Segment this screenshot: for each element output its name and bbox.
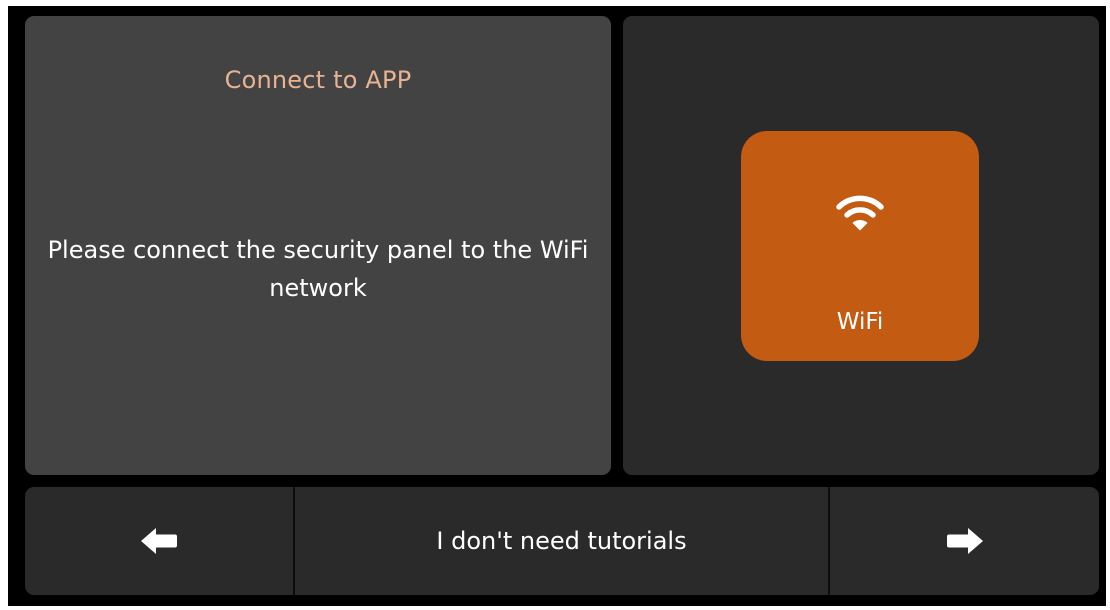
arrow-right-icon	[946, 528, 983, 554]
wifi-icon	[836, 195, 884, 231]
back-button[interactable]	[25, 487, 293, 595]
skip-tutorial-button[interactable]: I don't need tutorials	[293, 487, 830, 595]
arrow-left-icon	[141, 528, 177, 554]
tutorial-screen: Connect to APP Please connect the securi…	[8, 6, 1106, 606]
wifi-button-label: WiFi	[836, 309, 884, 335]
connection-options-panel: WiFi	[623, 16, 1099, 475]
info-panel: Connect to APP Please connect the securi…	[25, 16, 611, 475]
wifi-button[interactable]: WiFi	[741, 131, 979, 361]
instruction-text: Please connect the security panel to the…	[47, 236, 589, 302]
navigation-bar: I don't need tutorials	[25, 487, 1099, 595]
next-button[interactable]	[830, 487, 1099, 595]
skip-tutorial-label: I don't need tutorials	[436, 527, 687, 555]
page-title: Connect to APP	[224, 66, 412, 94]
